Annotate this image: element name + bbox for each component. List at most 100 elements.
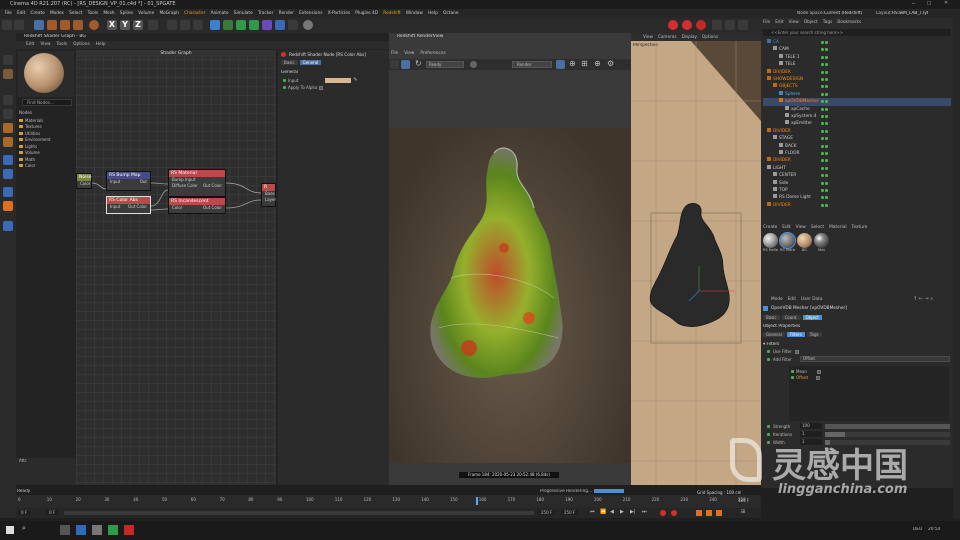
menu-edit[interactable]: Edit [14,10,28,17]
render-visible-icon[interactable] [825,48,828,52]
use-filter-checkbox[interactable] [794,349,799,354]
menu-volume[interactable]: Volume [136,10,157,17]
arrow-left-icon[interactable]: ← [919,296,923,302]
visibility-flags[interactable] [821,63,828,67]
visibility-flags[interactable] [821,41,828,44]
node-rs-material-diffuse[interactable]: Diffuse Color [172,183,198,189]
editor-visible-icon[interactable] [821,196,824,200]
render-visible-icon[interactable] [825,78,828,81]
polygons-mode-icon[interactable] [3,123,13,133]
mm-menu-edit[interactable]: Edit [782,225,790,230]
editor-visible-icon[interactable] [821,122,824,126]
editor-visible-icon[interactable] [821,203,824,207]
menu-tracker[interactable]: Tracker [255,10,276,17]
use-filter-keyframe-icon[interactable] [767,350,770,353]
render-dropdown[interactable]: Render [512,61,552,68]
crosshair-icon[interactable]: ⊕ [569,59,576,68]
scale-tool-icon[interactable] [60,20,70,30]
om-menu-tags[interactable]: Tags [823,20,833,25]
node-space-value[interactable]: Current (Redshift) [824,11,862,16]
auto-key-icon[interactable] [671,510,677,516]
editor-visible-icon[interactable] [821,48,824,52]
apply-alpha-keyframe-icon[interactable] [283,86,286,89]
model-mode-icon[interactable] [3,55,13,65]
render-visible-icon[interactable] [825,196,828,200]
redshift-render-icon[interactable] [668,20,678,30]
search-icon[interactable]: ⌕ [930,296,933,302]
visibility-flags[interactable] [821,196,828,200]
frame-field[interactable]: 0 F [46,510,59,515]
menu-mesh[interactable]: Mesh [101,10,118,17]
end-frame-field-a[interactable]: 250 F [538,510,556,515]
maximize-icon[interactable]: ☐ [927,1,931,7]
sg-menu-view[interactable]: View [40,41,50,49]
render-visible-icon[interactable] [825,70,828,74]
taskbar-search-icon[interactable]: ⌕ [22,524,26,533]
visibility-flags[interactable] [821,107,828,111]
visibility-flags[interactable] [821,100,828,104]
render-visible-icon[interactable] [825,181,828,185]
editor-visible-icon[interactable] [821,129,824,133]
redshift-ipr-icon[interactable] [682,20,692,30]
editor-visible-icon[interactable] [821,181,824,185]
camera-icon[interactable] [288,20,298,30]
object-search-input[interactable]: <<Enter your search string here>> [763,29,951,36]
editor-visible-icon[interactable] [821,85,824,89]
light-icon[interactable] [303,20,313,30]
goto-end-icon[interactable]: ⏭ [642,509,647,515]
vp-menu-view[interactable]: View [643,33,653,41]
move-tool-icon[interactable] [47,20,57,30]
minimize-icon[interactable]: ─ [912,1,915,7]
visibility-flags[interactable] [821,159,828,163]
visibility-flags[interactable] [821,144,828,148]
sg-menu-options[interactable]: Options [73,41,90,49]
node-noise-port[interactable]: Color [77,181,91,187]
visibility-flags[interactable] [821,166,828,170]
start-render-icon[interactable] [390,60,399,69]
visibility-flags[interactable] [821,85,828,89]
render-active-icon[interactable] [180,20,190,30]
render-visible-icon[interactable] [825,129,828,133]
vp-menu-cameras[interactable]: Cameras [658,33,677,41]
tab-attr-object[interactable]: Object [802,315,822,320]
editor-visible-icon[interactable] [821,144,824,148]
prev-frame-icon[interactable]: ◀ [610,509,614,515]
mm-menu-select[interactable]: Select [811,225,824,230]
next-frame-icon[interactable]: ▶| [630,509,636,515]
visibility-flags[interactable] [821,92,828,96]
render-visible-icon[interactable] [825,189,828,192]
z-axis-icon[interactable]: Z [133,20,143,30]
sculpt-icon[interactable] [3,201,13,211]
menu-create[interactable]: Create [28,10,47,17]
taskbar-app-2[interactable] [76,525,86,535]
menu-help[interactable]: Help [425,10,440,17]
rv-menu-preferences[interactable]: Preferences [420,51,445,56]
render-visible-icon[interactable] [825,41,828,44]
node-output[interactable]: R Base Layer [261,183,276,207]
render-visible-icon[interactable] [825,107,828,111]
filter-mean-checkbox[interactable] [816,369,821,374]
cloner-icon[interactable] [249,20,259,30]
node-rs-material-out[interactable]: Out Color [203,183,222,189]
strength-slider[interactable] [825,423,950,429]
editor-visible-icon[interactable] [821,70,824,74]
coordinate-system-icon[interactable] [148,20,158,30]
floor-icon[interactable] [275,20,285,30]
undo-icon[interactable] [2,20,12,30]
editor-visible-icon[interactable] [821,166,824,170]
settings-icon[interactable]: ⚙ [607,59,614,68]
visibility-flags[interactable] [821,55,828,59]
find-nodes-input[interactable]: Find Nodes... [22,99,72,106]
menu-plugins-4d[interactable]: Plugins 4D [353,10,381,17]
input-color-swatch[interactable] [325,77,352,83]
render-visible-icon[interactable] [825,137,828,141]
render-visible-icon[interactable] [825,85,828,89]
editor-visible-icon[interactable] [821,174,824,178]
grid-icon[interactable]: ⊞ [581,59,588,68]
node-bump-map-out[interactable]: Out [140,179,147,185]
select-tool-icon[interactable] [34,20,44,30]
start-frame-field[interactable]: 0 F [18,510,31,515]
am-menu-edit[interactable]: Edit [788,297,796,302]
menu-window[interactable]: Window [403,10,425,17]
editor-visible-icon[interactable] [821,63,824,67]
